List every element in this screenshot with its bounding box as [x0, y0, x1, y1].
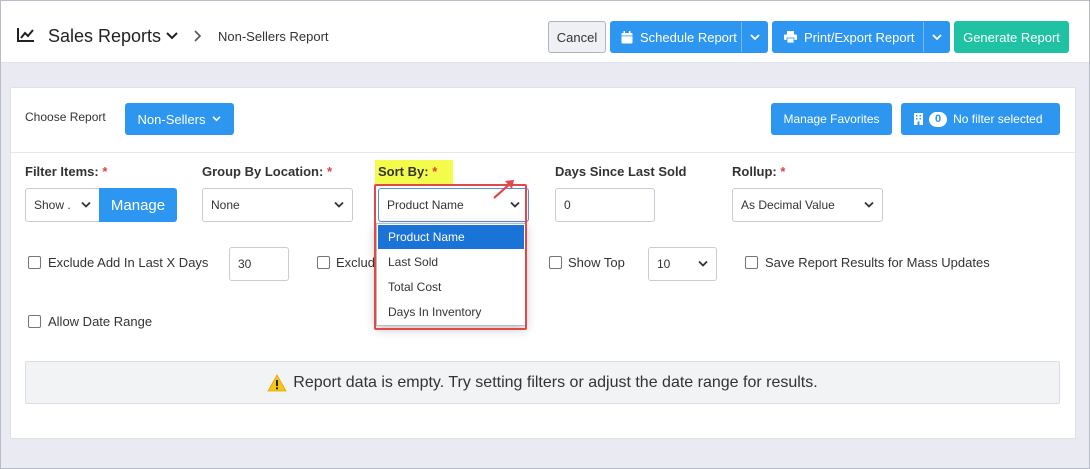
exclude-add-days-input[interactable]: 30	[229, 247, 289, 281]
empty-report-message: Report data is empty. Try setting filter…	[25, 361, 1060, 404]
days-since-text: Days Since Last Sold	[555, 164, 687, 179]
schedule-report-button[interactable]: Schedule Report	[610, 21, 768, 53]
group-by-value: None	[211, 198, 240, 212]
required-mark: *	[102, 164, 108, 179]
chevron-down-icon	[81, 201, 91, 208]
app-header: Sales Reports Non-Sellers Report Cancel …	[1, 1, 1089, 63]
required-mark: *	[780, 164, 786, 179]
printer-icon	[784, 31, 797, 43]
filter-items-text: Filter Items:	[25, 164, 99, 179]
annotation-box	[374, 184, 527, 330]
filter-status-label: No filter selected	[953, 112, 1043, 126]
print-export-caret[interactable]	[923, 22, 949, 52]
allow-date-range-checkbox[interactable]	[28, 315, 41, 328]
manage-button[interactable]: Manage	[99, 188, 177, 222]
choose-report-label: Choose Report	[25, 110, 106, 124]
sort-by-text: Sort By:	[378, 164, 429, 179]
allow-date-range-label: Allow Date Range	[48, 314, 153, 329]
chevron-right-icon	[194, 30, 202, 42]
show-top-select[interactable]: 10	[648, 247, 717, 281]
choose-report-dropdown[interactable]: Non-Sellers	[125, 103, 234, 135]
save-results-checkbox[interactable]	[745, 256, 758, 269]
show-top-checkbox[interactable]	[549, 256, 562, 269]
days-since-label: Days Since Last Sold	[555, 164, 687, 179]
print-export-button[interactable]: Print/Export Report	[772, 21, 950, 53]
filter-items-label: Filter Items: *	[25, 164, 107, 179]
required-mark: *	[432, 164, 438, 179]
print-export-label: Print/Export Report	[804, 29, 915, 45]
manage-favorites-button[interactable]: Manage Favorites	[771, 103, 892, 135]
line-chart-icon	[17, 28, 34, 42]
rollup-label: Rollup: *	[732, 164, 785, 179]
sort-by-label: Sort By: *	[378, 164, 437, 179]
building-icon	[914, 113, 923, 125]
save-results-label: Save Report Results for Mass Updates	[765, 255, 990, 270]
filter-status-button[interactable]: 0 No filter selected	[901, 103, 1060, 135]
divider	[11, 152, 1075, 153]
chevron-down-icon	[864, 201, 874, 208]
group-by-select[interactable]: None	[202, 188, 353, 222]
required-mark: *	[326, 164, 333, 179]
filter-items-select[interactable]: Show .	[25, 188, 100, 222]
chevron-down-icon	[212, 116, 221, 122]
exclude-add-label: Exclude Add In Last X Days	[48, 255, 209, 270]
annotation-arrow-icon	[493, 180, 514, 199]
group-by-text: Group By Location:	[202, 164, 324, 179]
chevron-down-icon	[334, 201, 344, 208]
show-top-value: 10	[657, 257, 671, 271]
page-title: Sales Reports	[48, 26, 162, 46]
chevron-down-icon	[931, 33, 942, 40]
rollup-select[interactable]: As Decimal Value	[732, 188, 883, 222]
exclude-add-checkbox[interactable]	[28, 256, 41, 269]
days-since-input[interactable]: 0	[555, 188, 655, 222]
show-top-label: Show Top	[568, 255, 625, 270]
chevron-down-icon[interactable]	[165, 31, 179, 41]
chevron-down-icon	[698, 260, 708, 267]
warning-icon	[267, 373, 287, 391]
cancel-button[interactable]: Cancel	[548, 21, 606, 53]
group-by-label: Group By Location: *	[202, 164, 332, 179]
breadcrumb: Non-Sellers Report	[218, 29, 329, 44]
filter-count-badge: 0	[929, 111, 948, 127]
filter-items-value: Show .	[34, 198, 71, 212]
rollup-text: Rollup:	[732, 164, 777, 179]
generate-report-button[interactable]: Generate Report	[954, 21, 1069, 53]
empty-report-text: Report data is empty. Try setting filter…	[293, 373, 818, 391]
chevron-down-icon	[749, 33, 760, 40]
choose-report-value: Non-Sellers	[137, 111, 206, 127]
exclude-checkbox[interactable]	[317, 256, 330, 269]
schedule-report-label: Schedule Report	[640, 29, 737, 45]
schedule-report-caret[interactable]	[741, 22, 767, 52]
rollup-value: As Decimal Value	[741, 198, 835, 212]
calendar-icon	[621, 30, 633, 43]
